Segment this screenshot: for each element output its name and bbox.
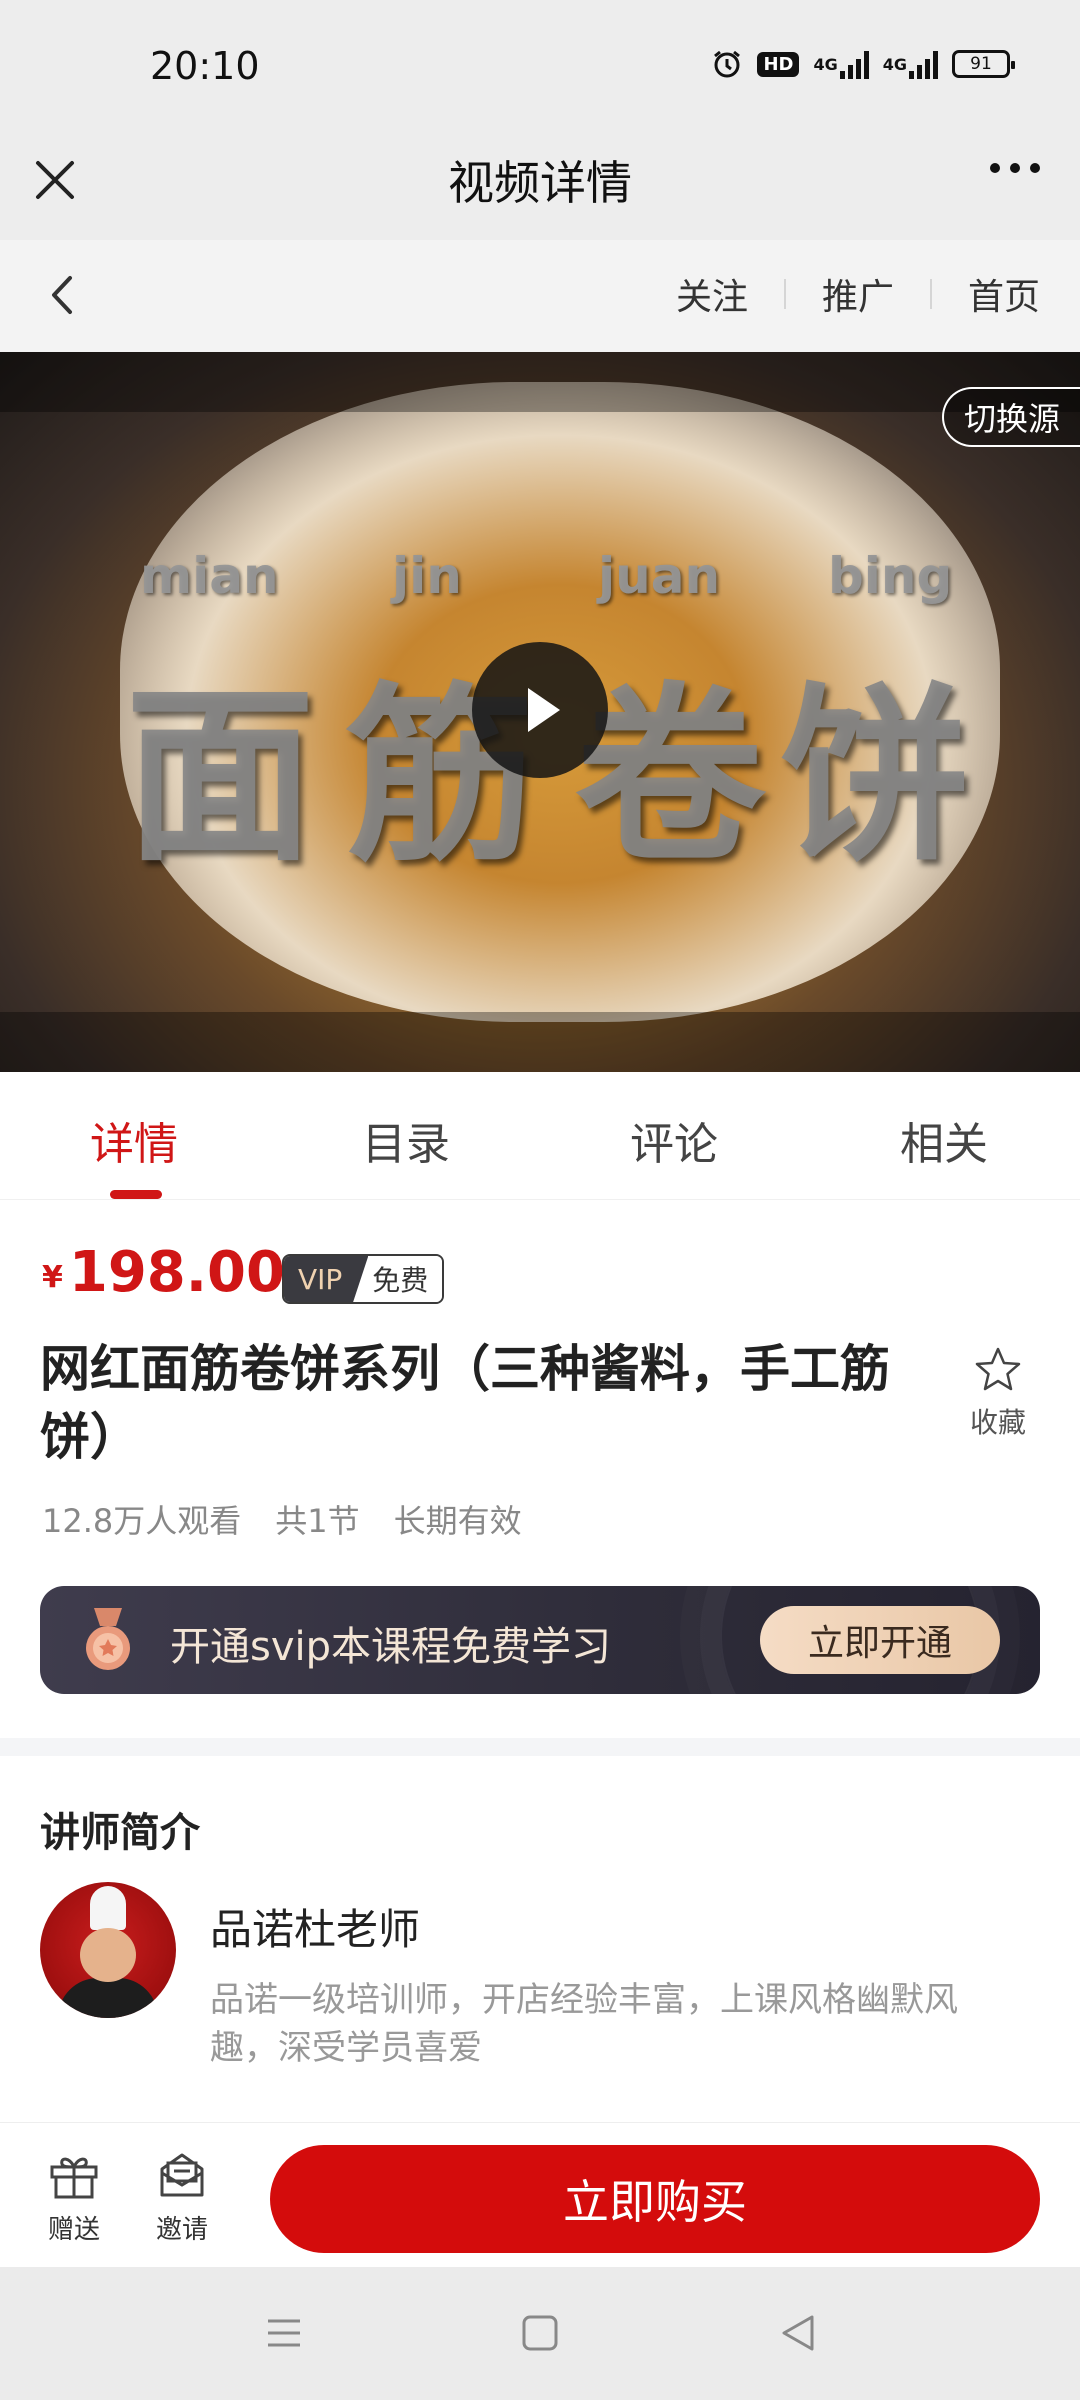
pinyin-4: bing (828, 547, 953, 605)
buy-now-button[interactable]: 立即购买 (270, 2145, 1040, 2253)
signal-icon: 4G (813, 49, 869, 79)
free-label: 免费 (368, 1256, 443, 1302)
invite-button[interactable]: 邀请 (142, 2151, 222, 2246)
bottom-action-bar: 赠送 邀请 立即购买 (0, 2122, 1080, 2267)
menu-icon[interactable] (262, 2311, 306, 2355)
tab-comments[interactable]: 评论 (574, 1108, 774, 1172)
svip-text: 开通svip本课程免费学习 (170, 1624, 612, 1670)
price: ¥ 198.00 (42, 1245, 285, 1301)
svip-banner[interactable]: 开通svip本课程免费学习 立即开通 (40, 1586, 1040, 1694)
play-icon (528, 688, 560, 732)
play-button[interactable] (472, 642, 608, 778)
section-divider (0, 1738, 1080, 1756)
lesson-count: 共1节 (275, 1502, 360, 1540)
currency-symbol: ¥ (42, 1260, 63, 1295)
teacher-name: 品诺杜老师 (210, 1905, 421, 1954)
follow-link[interactable]: 关注 (640, 268, 784, 320)
teacher-description: 品诺一级培训师，开店经验丰富，上课风格幽默风趣，深受学员喜爱 (210, 1980, 958, 2068)
gift-icon (50, 2157, 98, 2199)
alarm-icon (711, 48, 743, 80)
back-icon[interactable] (42, 270, 82, 320)
pinyin-3: juan (598, 547, 721, 605)
gift-button[interactable]: 赠送 (34, 2151, 114, 2246)
section-title: 讲师简介 (40, 1810, 200, 1856)
tab-bar: 详情 目录 评论 相关 (0, 1072, 1080, 1200)
title-char-1: 面 (125, 664, 316, 887)
back-triangle-icon[interactable] (776, 2311, 820, 2355)
video-player[interactable]: mian jin juan bing 面 筋 卷 饼 切换源 (0, 352, 1080, 1072)
course-title: 网红面筋卷饼系列（三种酱料，手工筋饼） (40, 1340, 890, 1466)
pinyin-2: jin (392, 547, 462, 605)
page-title: 视频详情 (448, 156, 632, 210)
status-icons: HD 4G 4G 91 (711, 48, 1015, 80)
title-char-3: 卷 (575, 664, 766, 887)
star-icon (975, 1347, 1021, 1391)
course-meta: 12.8万人观看 共1节 长期有效 (42, 1496, 522, 1542)
title-char-4: 饼 (780, 664, 971, 887)
status-bar: 20:10 HD 4G 4G 91 (0, 0, 1080, 135)
title-bar: 视频详情 (0, 135, 1080, 240)
sub-nav-links: 关注 推广 首页 (640, 268, 1040, 320)
active-tab-indicator (110, 1190, 162, 1199)
open-svip-button[interactable]: 立即开通 (760, 1606, 1000, 1674)
favorite-label: 收藏 (969, 1406, 1026, 1439)
tab-related[interactable]: 相关 (844, 1108, 1044, 1172)
system-nav-bar (0, 2267, 1080, 2400)
viewer-count: 12.8万人观看 (42, 1502, 242, 1540)
medal-icon (76, 1606, 140, 1674)
invite-icon (160, 2153, 204, 2197)
invite-label: 邀请 (155, 2215, 208, 2245)
battery-icon: 91 (952, 50, 1015, 78)
status-time: 20:10 (150, 44, 260, 88)
validity: 长期有效 (393, 1502, 522, 1540)
avatar[interactable] (40, 1882, 176, 2018)
vip-label: VIP (284, 1256, 369, 1302)
favorite-button[interactable]: 收藏 (958, 1345, 1038, 1441)
more-icon[interactable] (990, 163, 1040, 173)
vip-free-badge: VIP 免费 (282, 1254, 445, 1304)
tab-catalog[interactable]: 目录 (306, 1108, 506, 1172)
home-link[interactable]: 首页 (932, 268, 1040, 320)
promote-link[interactable]: 推广 (786, 268, 930, 320)
signal-icon-2: 4G (883, 49, 938, 79)
pinyin-1: mian (140, 547, 279, 605)
price-value: 198.00 (68, 1240, 285, 1305)
tab-details[interactable]: 详情 (34, 1108, 234, 1172)
switch-source-button[interactable]: 切换源 (941, 387, 1080, 447)
home-square-icon[interactable] (518, 2311, 562, 2355)
sub-nav: 关注 推广 首页 (0, 240, 1080, 352)
gift-label: 赠送 (47, 2215, 100, 2245)
hd-badge: HD (757, 51, 800, 77)
